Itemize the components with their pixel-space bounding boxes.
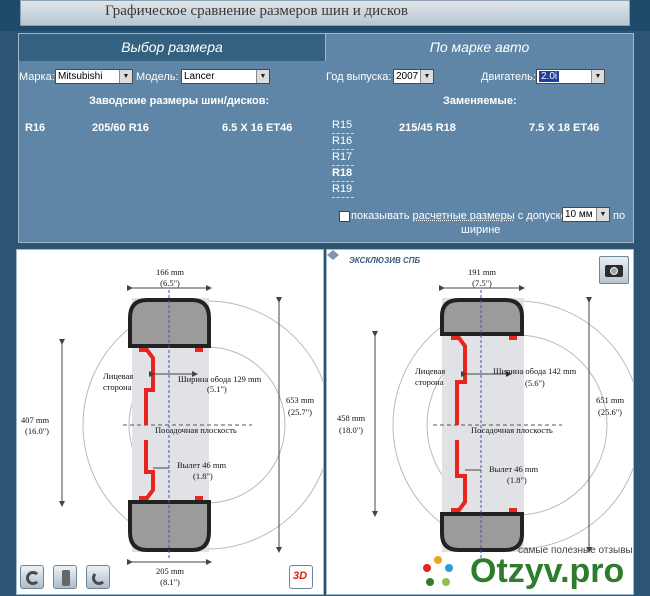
tolerance-value: 10 мм <box>565 209 593 220</box>
replacement-diagram-card: 191 mm (7.5") Лицевая сторона Ширина обо… <box>326 249 634 595</box>
chevron-down-icon: ▼ <box>119 70 132 83</box>
mount-plane-text: Посадочная плоскость <box>155 425 237 435</box>
model-select[interactable]: Lancer ▼ <box>181 69 270 84</box>
engine-select[interactable]: 2.0i ▼ <box>536 69 605 84</box>
engine-value: 2.0i <box>539 71 560 82</box>
rim-width-text: Ширина обода 129 mm <box>178 374 262 384</box>
diameter-list: R15 R16 R17 R18 R19 <box>332 118 354 198</box>
rim-dia-in-text: (16.0") <box>25 426 49 436</box>
3d-icon: 3D <box>293 570 308 582</box>
offset-text: Вылет 46 mm <box>177 460 226 470</box>
tire-width-mm-text: 205 mm <box>156 566 184 576</box>
header-banner: Графическое сравнение размеров шин и дис… <box>20 0 630 26</box>
rim-dia-mm-text: 407 mm <box>21 415 49 425</box>
view-profile-button[interactable] <box>20 565 44 589</box>
brand-logo-icon <box>327 250 339 260</box>
width-mm-text: 191 mm <box>468 267 496 277</box>
replacement-wheel-diagram: 191 mm (7.5") Лицевая сторона Ширина обо… <box>337 267 633 560</box>
model-label: Модель: <box>136 71 179 83</box>
chevron-down-icon: ▼ <box>420 70 433 83</box>
overall-mm-text: 653 mm <box>286 395 314 405</box>
replacement-wheel: 7.5 X 18 ET46 <box>529 122 600 134</box>
diameter-option-r15[interactable]: R15 <box>332 118 354 134</box>
tolerance-suffix: по <box>613 210 626 222</box>
tab-size-selection[interactable]: Выбор размера <box>19 34 326 61</box>
rim-dia-mm-text: 458 mm <box>337 413 365 423</box>
width-in-text: (6.5") <box>160 278 180 288</box>
offset-text: Вылет 46 mm <box>489 464 538 474</box>
tire-profile-icon <box>26 571 40 585</box>
tire-front-icon <box>92 571 106 585</box>
year-select[interactable]: 2007 ▼ <box>393 69 434 84</box>
offset-in-text: (1.8") <box>193 471 213 481</box>
mount-plane-text: Посадочная плоскость <box>471 425 553 435</box>
face-label-1: Лицевая <box>103 371 133 381</box>
diameter-option-r17[interactable]: R17 <box>332 150 354 166</box>
replacement-heading: Заменяемые: <box>443 95 517 107</box>
tire-side-icon <box>62 570 70 586</box>
face-label-2: сторона <box>415 377 444 387</box>
tolerance-prefix: показывать <box>351 210 410 222</box>
factory-heading: Заводские размеры шин/дисков: <box>89 95 270 107</box>
rim-width-in-text: (5.1") <box>207 384 227 394</box>
width-mm-text: 166 mm <box>156 267 184 277</box>
tolerance-suffix-2: ширине <box>461 224 501 236</box>
factory-wheel: 6.5 X 16 ET46 <box>222 122 293 134</box>
overall-in-text: (25.6") <box>598 407 622 417</box>
year-label: Год выпуска: <box>326 71 392 83</box>
view-side-button[interactable] <box>53 565 77 589</box>
watermark-logo-icon <box>423 556 453 586</box>
camera-button[interactable] <box>599 256 629 284</box>
factory-wheel-diagram: 166 mm (6.5") Лицевая сторона Ширина обо… <box>21 267 323 587</box>
diameter-option-r19[interactable]: R19 <box>332 182 354 198</box>
factory-diagram-card: 166 mm (6.5") Лицевая сторона Ширина обо… <box>16 249 324 595</box>
tolerance-select[interactable]: 10 мм ▼ <box>562 207 610 222</box>
diameter-option-r18[interactable]: R18 <box>332 166 354 182</box>
chevron-down-icon: ▼ <box>256 70 269 83</box>
chevron-down-icon: ▼ <box>591 70 604 83</box>
factory-tire: 205/60 R16 <box>92 122 149 134</box>
camera-lens-icon <box>610 267 618 275</box>
view-front-button[interactable] <box>86 565 110 589</box>
factory-rim: R16 <box>25 122 46 134</box>
make-select[interactable]: Mitsubishi ▼ <box>55 69 133 84</box>
tab-by-car[interactable]: По марке авто <box>326 34 633 61</box>
bottom-tire-section <box>440 512 524 552</box>
tolerance-link[interactable]: расчетные размеры <box>413 210 515 222</box>
face-label-2: сторона <box>103 382 132 392</box>
year-value: 2007 <box>396 71 419 82</box>
view-3d-button[interactable]: 3D <box>289 565 313 589</box>
top-tire-section <box>440 298 524 336</box>
rim-width-text: Ширина обода 142 mm <box>493 366 577 376</box>
model-value: Lancer <box>184 71 215 82</box>
make-label: Марка: <box>19 71 55 83</box>
offset-in-text: (1.8") <box>507 475 527 485</box>
tolerance-text: показывать расчетные размеры с допуском <box>351 210 574 222</box>
width-in-text: (7.5") <box>472 278 492 288</box>
tire-width-in-text: (8.1") <box>160 577 180 587</box>
rim-dia-in-text: (18.0") <box>339 425 363 435</box>
diameter-option-r16[interactable]: R16 <box>332 134 354 150</box>
overall-mm-text: 651 mm <box>596 395 624 405</box>
tolerance-checkbox[interactable] <box>339 211 350 222</box>
chevron-down-icon: ▼ <box>596 208 609 221</box>
rim-width-in-text: (5.6") <box>525 378 545 388</box>
brand-name: ЭКСКЛЮЗИВ СПБ <box>349 256 421 265</box>
engine-label: Двигатель: <box>481 71 536 83</box>
overall-in-text: (25.7") <box>288 407 312 417</box>
watermark-logo: Otzyv.pro <box>470 552 625 590</box>
app-header: Графическое сравнение размеров шин и дис… <box>0 0 650 31</box>
make-value: Mitsubishi <box>58 71 103 82</box>
face-label-1: Лицевая <box>415 366 445 376</box>
page-title: Графическое сравнение размеров шин и дис… <box>105 3 408 19</box>
replacement-tire: 215/45 R18 <box>399 122 456 134</box>
